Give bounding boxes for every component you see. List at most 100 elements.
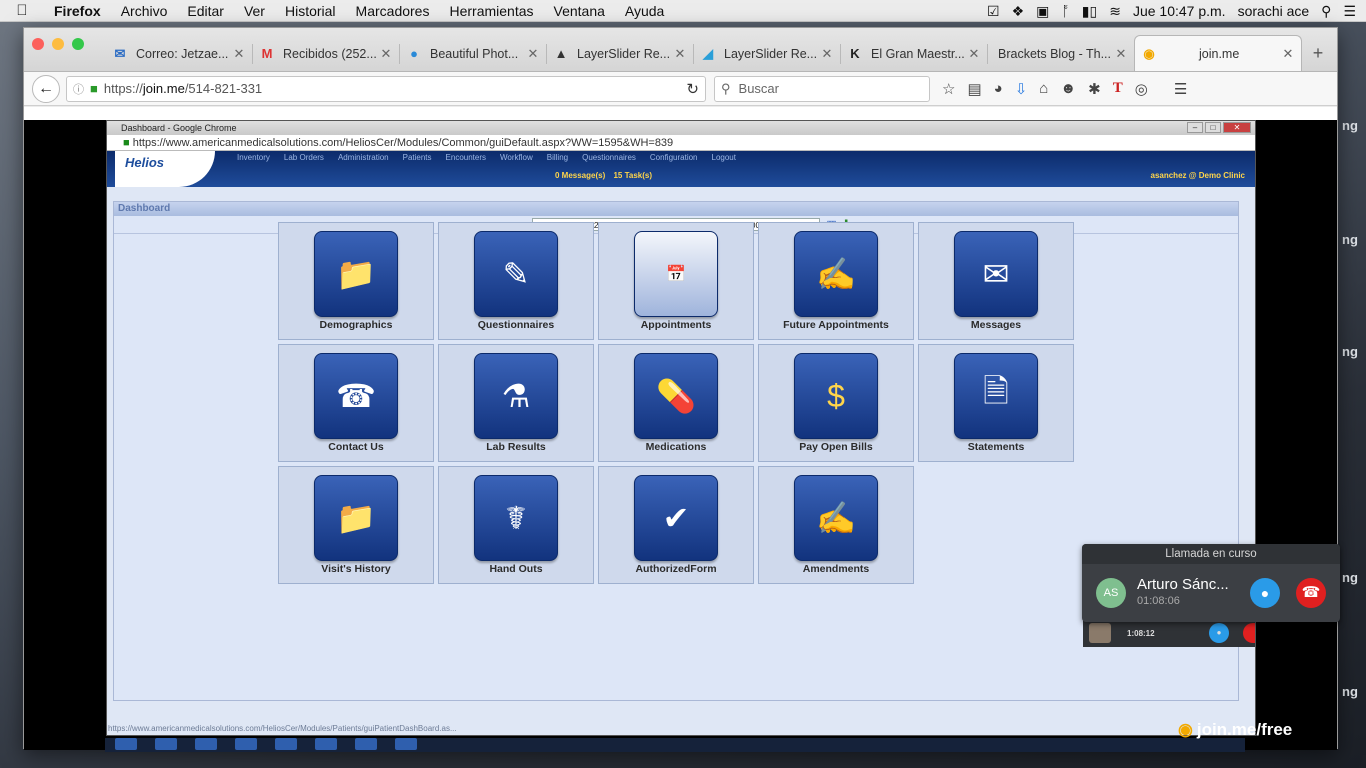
nav-workflow[interactable]: Workflow [500, 153, 533, 162]
tab-close-icon[interactable]: ✕ [820, 46, 834, 62]
joinme-brand[interactable]: ◉ join.me/free [1178, 720, 1292, 740]
checkmark-icon[interactable]: ☑ [987, 4, 1000, 18]
messages-count[interactable]: 0 Message(s) [555, 171, 605, 180]
tile-questionnaires[interactable]: ✎ Questionnaires [438, 222, 594, 340]
taskbar-app-icon[interactable] [315, 738, 337, 750]
microphone-icon[interactable]: ● [1250, 578, 1280, 608]
back-arrow-icon[interactable]: ← [32, 74, 60, 103]
browser-tab[interactable]: ● Beautiful Phot... ✕ [400, 37, 546, 71]
extension-icon[interactable]: ✱ [1088, 80, 1101, 98]
browser-tab[interactable]: K El Gran Maestr... ✕ [841, 37, 987, 71]
reading-list-icon[interactable]: ▤ [967, 80, 981, 98]
search-input[interactable]: ⚲ Buscar [714, 75, 930, 102]
nav-questionnaires[interactable]: Questionnaires [582, 153, 636, 162]
tab-strip: ✉ Correo: Jetzae... ✕ M Recibidos (252..… [24, 28, 1337, 72]
tile-hand-outs[interactable]: ☤ Hand Outs [438, 466, 594, 584]
mini-hangup-icon[interactable] [1243, 623, 1255, 643]
remote-url-bar[interactable]: ■ https://www.americanmedicalsolutions.c… [107, 135, 1255, 151]
nav-inventory[interactable]: Inventory [237, 153, 270, 162]
nav-encounters[interactable]: Encounters [446, 153, 486, 162]
hamburger-menu-icon[interactable]: ☰ [1174, 80, 1187, 98]
minimize-icon[interactable]: – [1187, 122, 1203, 133]
close-window-icon[interactable] [32, 38, 44, 50]
mini-mic-icon[interactable]: ● [1209, 623, 1229, 643]
tile-authorized-form[interactable]: ✔ AuthorizedForm [598, 466, 754, 584]
taskbar-app-icon[interactable] [395, 738, 417, 750]
notification-center-icon[interactable]: ☰ [1343, 4, 1356, 18]
menu-marcadores[interactable]: Marcadores [346, 3, 440, 19]
tasks-count[interactable]: 15 Task(s) [613, 171, 652, 180]
nav-configuration[interactable]: Configuration [650, 153, 698, 162]
nav-logout[interactable]: Logout [712, 153, 736, 162]
taskbar-app-icon[interactable] [195, 738, 217, 750]
tab-close-icon[interactable]: ✕ [232, 46, 246, 62]
tile-medications[interactable]: 💊 Medications [598, 344, 754, 462]
tile-visits-history[interactable]: 📁 Visit's History [278, 466, 434, 584]
menu-historial[interactable]: Historial [275, 3, 346, 19]
translate-icon[interactable]: T [1113, 80, 1123, 97]
tile-amendments[interactable]: ✍ Amendments [758, 466, 914, 584]
tab-close-icon[interactable]: ✕ [379, 46, 393, 62]
bookmark-star-icon[interactable]: ☆ [942, 80, 955, 98]
menu-herramientas[interactable]: Herramientas [439, 3, 543, 19]
taskbar-app-icon[interactable] [115, 738, 137, 750]
apple-icon[interactable]:  [0, 2, 44, 19]
tile-contact-us[interactable]: ☎ Contact Us [278, 344, 434, 462]
home-icon[interactable]: ⌂ [1039, 80, 1048, 97]
menu-editar[interactable]: Editar [177, 3, 234, 19]
tile-lab-results[interactable]: ⚗ Lab Results [438, 344, 594, 462]
tile-statements[interactable]: 🗎 Statements [918, 344, 1074, 462]
browser-tab[interactable]: ✉ Correo: Jetzae... ✕ [106, 37, 252, 71]
tile-future-appointments[interactable]: ✍ Future Appointments [758, 222, 914, 340]
tab-close-icon[interactable]: ✕ [1114, 46, 1128, 62]
taskbar-app-icon[interactable] [155, 738, 177, 750]
menu-ayuda[interactable]: Ayuda [615, 3, 674, 19]
menu-ventana[interactable]: Ventana [544, 3, 615, 19]
dropbox-icon[interactable]: ❖ [1012, 4, 1025, 18]
maximize-icon[interactable]: □ [1205, 122, 1221, 133]
tile-demographics[interactable]: 📁 Demographics [278, 222, 434, 340]
zoom-window-icon[interactable] [72, 38, 84, 50]
tab-close-icon[interactable]: ✕ [967, 46, 981, 62]
minimize-window-icon[interactable] [52, 38, 64, 50]
battery-icon[interactable]: ▮▯ [1082, 4, 1097, 18]
menubar-clock[interactable]: Jue 10:47 p.m. [1133, 3, 1226, 19]
downloads-icon[interactable]: ⇩ [1015, 80, 1028, 98]
close-icon[interactable]: ✕ [1223, 122, 1251, 133]
nav-lab-orders[interactable]: Lab Orders [284, 153, 324, 162]
smiley-icon[interactable]: ☻ [1060, 80, 1076, 97]
taskbar-app-icon[interactable] [235, 738, 257, 750]
info-icon[interactable]: ⓘ [73, 81, 84, 97]
nav-administration[interactable]: Administration [338, 153, 389, 162]
menu-ver[interactable]: Ver [234, 3, 275, 19]
spotlight-search-icon[interactable]: ⚲ [1321, 4, 1331, 18]
globe-icon[interactable]: ◎ [1135, 80, 1148, 98]
tile-messages[interactable]: ✉ Messages [918, 222, 1074, 340]
tile-appointments[interactable]: 📅 Appointments [598, 222, 754, 340]
menu-app-name[interactable]: Firefox [44, 3, 111, 19]
tile-pay-open-bills[interactable]: $ Pay Open Bills [758, 344, 914, 462]
browser-tab-active[interactable]: ◉ join.me ✕ [1134, 35, 1302, 71]
caller-name: Arturo Sánc... [1137, 576, 1229, 593]
taskbar-app-icon[interactable] [275, 738, 297, 750]
browser-tab[interactable]: ◢ LayerSlider Re... ✕ [694, 37, 840, 71]
browser-tab[interactable]: Brackets Blog - Th... ✕ [988, 37, 1134, 71]
new-tab-icon[interactable]: + [1302, 37, 1334, 71]
hang-up-icon[interactable]: ☎ [1296, 578, 1326, 608]
tab-close-icon[interactable]: ✕ [526, 46, 540, 62]
reload-icon[interactable]: ↻ [686, 80, 699, 98]
menu-archivo[interactable]: Archivo [111, 3, 178, 19]
bluetooth-icon[interactable]: ᚩ [1061, 4, 1069, 18]
tab-close-icon[interactable]: ✕ [673, 46, 687, 62]
nav-patients[interactable]: Patients [403, 153, 432, 162]
pocket-icon[interactable]: ◕ [994, 80, 1003, 97]
browser-tab[interactable]: M Recibidos (252... ✕ [253, 37, 399, 71]
wifi-icon[interactable]: ≋ [1109, 4, 1121, 18]
url-bar[interactable]: ⓘ ■ https://join.me/514-821-331 ↻ [66, 75, 706, 102]
nav-billing[interactable]: Billing [547, 153, 568, 162]
app-status-icon[interactable]: ▣ [1036, 4, 1049, 18]
browser-tab[interactable]: ▲ LayerSlider Re... ✕ [547, 37, 693, 71]
tab-close-icon[interactable]: ✕ [1281, 46, 1295, 62]
taskbar-app-icon[interactable] [355, 738, 377, 750]
menubar-user[interactable]: sorachi ace [1238, 3, 1310, 19]
